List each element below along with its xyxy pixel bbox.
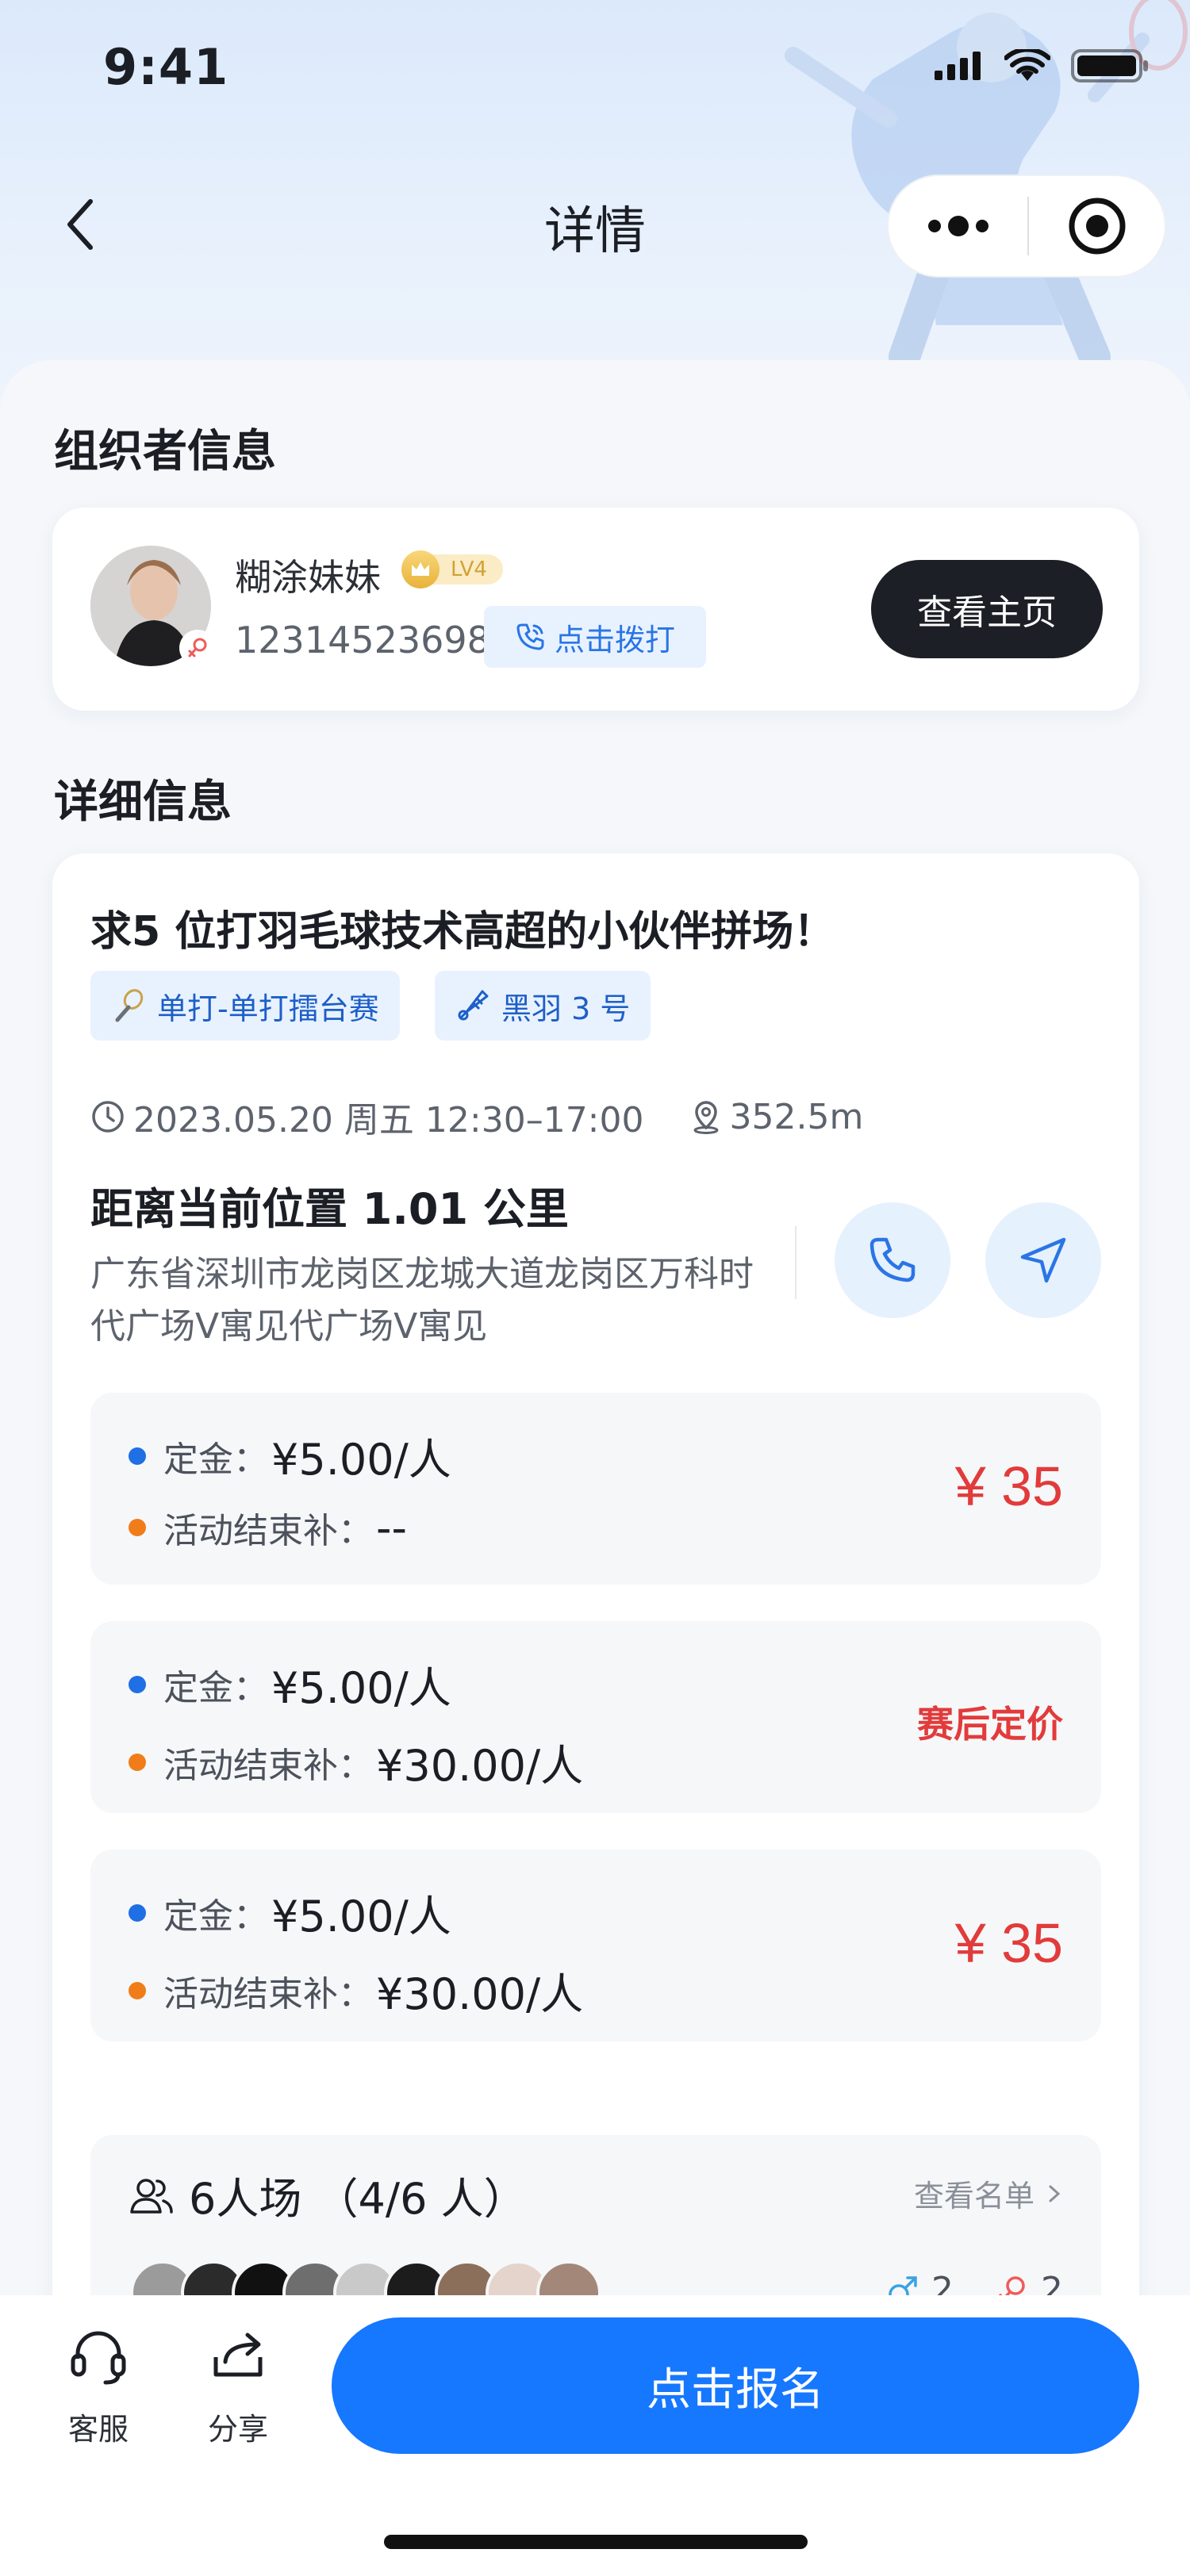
divider <box>795 1226 797 1299</box>
racket-icon <box>115 989 144 1022</box>
detail-card: 求5 位打羽毛球技术高超的小伙伴拼场！ 单打-单打擂台赛 黑羽 3 号 2023… <box>52 853 1139 2365</box>
participants-title: 6人场 （4/6 人） <box>189 2174 527 2224</box>
location-pin-icon <box>693 1101 718 1134</box>
tag-shuttlecock: 黑羽 3 号 <box>435 971 651 1041</box>
female-gender-badge <box>179 630 216 666</box>
status-bar: 9:41 <box>0 0 1190 135</box>
settle-row: 活动结束补： -- <box>129 1502 407 1553</box>
cellular-signal-icon <box>935 52 981 80</box>
settle-dot <box>129 1753 146 1771</box>
deposit-label: 定金： <box>163 1667 268 1708</box>
crown-icon <box>412 562 429 576</box>
shuttlecock-icon <box>458 990 489 1021</box>
home-indicator <box>384 2535 808 2549</box>
organizer-card: 糊涂妹妹 LV4 12314523698 点击拨打 查看主页 <box>52 508 1139 711</box>
deposit-value: ¥5.00/人 <box>271 1663 451 1713</box>
roster-label: 查看名单 <box>913 2179 1035 2214</box>
share-label: 分享 <box>207 2412 268 2447</box>
fee-option[interactable]: 定金： ¥5.00/人 活动结束补： -- ¥ 35 <box>90 1393 1101 1585</box>
time-location-row: 2023.05.20 周五 12:30–17:00 352.5m <box>90 1091 863 1142</box>
target-icon <box>1069 197 1125 255</box>
content-sheet: 组织者信息 糊涂妹妹 LV4 12314523698 点击拨打 查看主页 详细信… <box>0 360 1190 2365</box>
distance-meta: 352.5m <box>729 1096 864 1137</box>
call-button[interactable]: 点击拨打 <box>484 606 706 668</box>
more-dots-icon <box>927 216 988 236</box>
headset-icon <box>71 2331 126 2385</box>
deposit-row: 定金： ¥5.00/人 <box>129 1424 451 1487</box>
deposit-label: 定金： <box>163 1896 268 1937</box>
tag-label: 单打-单打擂台赛 <box>157 991 379 1026</box>
navigate-button[interactable] <box>985 1202 1101 1318</box>
bottom-action-bar: 客服 分享 点击报名 <box>0 2295 1190 2576</box>
activity-time: 2023.05.20 周五 12:30–17:00 <box>133 1100 644 1140</box>
view-roster-link[interactable]: 查看名单 <box>914 2172 1063 2215</box>
settle-value: ¥30.00/人 <box>376 1741 584 1791</box>
phone-call-icon <box>516 623 544 650</box>
users-icon <box>130 2178 173 2214</box>
level-text: LV4 <box>432 554 503 585</box>
crown-medal-icon <box>401 550 440 588</box>
level-badge: LV4 <box>401 550 503 588</box>
deposit-value: ¥5.00/人 <box>271 1435 451 1485</box>
settle-label: 活动结束补： <box>163 1973 373 2014</box>
settle-row: 活动结束补： ¥30.00/人 <box>129 1731 583 1793</box>
total-price: ¥ 35 <box>954 1455 1063 1517</box>
organizer-phone: 12314523698 <box>235 619 490 661</box>
settle-value: ¥30.00/人 <box>376 1969 584 2019</box>
settle-row: 活动结束补： ¥30.00/人 <box>129 1959 583 2022</box>
deposit-value: ¥5.00/人 <box>271 1892 451 1942</box>
fee-option[interactable]: 定金： ¥5.00/人 活动结束补： ¥30.00/人 赛后定价 <box>90 1621 1101 1813</box>
service-label: 客服 <box>67 2412 129 2447</box>
post-match-pricing: 赛后定价 <box>917 1703 1063 1746</box>
distance-title: 距离当前位置 1.01 公里 <box>90 1184 569 1234</box>
header-background: 9:41 详情 <box>0 0 1190 412</box>
phone-icon <box>869 1237 916 1282</box>
share-button[interactable]: 分享 <box>182 2324 294 2448</box>
participants-header: 6人场 （4/6 人） <box>129 2164 527 2226</box>
deposit-dot <box>129 1447 146 1465</box>
settle-dot <box>129 1981 146 1999</box>
close-miniprogram-button[interactable] <box>1029 176 1165 276</box>
battery-icon <box>1071 49 1148 82</box>
deposit-dot <box>129 1903 146 1922</box>
total-price: ¥ 35 <box>954 1912 1063 1974</box>
settle-dot <box>129 1519 146 1536</box>
deposit-dot <box>129 1675 146 1693</box>
customer-service-button[interactable]: 客服 <box>43 2324 154 2448</box>
more-button[interactable] <box>889 176 1027 276</box>
organizer-section-title: 组织者信息 <box>54 426 276 477</box>
navigation-arrow-icon <box>1020 1237 1066 1283</box>
signup-button[interactable]: 点击报名 <box>332 2317 1139 2454</box>
clock-icon <box>92 1101 124 1133</box>
status-icons <box>933 48 1150 84</box>
share-icon <box>213 2333 263 2377</box>
status-time: 9:41 <box>103 38 229 96</box>
female-icon <box>188 638 207 657</box>
wifi-icon <box>1004 49 1050 81</box>
organizer-avatar[interactable] <box>90 546 216 666</box>
chevron-right-icon <box>1049 2185 1061 2202</box>
view-homepage-button[interactable]: 查看主页 <box>871 560 1103 658</box>
settle-label: 活动结束补： <box>163 1511 373 1551</box>
venue-address: 广东省深圳市龙岗区龙城大道龙岗区万科时代广场V寓见代广场V寓见 <box>90 1254 754 1347</box>
settle-value: -- <box>376 1502 407 1553</box>
organizer-name: 糊涂妹妹 <box>235 556 381 599</box>
fee-option[interactable]: 定金： ¥5.00/人 活动结束补： ¥30.00/人 ¥ 35 <box>90 1850 1101 2041</box>
navigation-bar: 详情 <box>0 159 1190 293</box>
deposit-row: 定金： ¥5.00/人 <box>129 1881 451 1944</box>
tag-match-type: 单打-单打擂台赛 <box>90 971 400 1041</box>
detail-section-title: 详细信息 <box>54 776 232 828</box>
settle-label: 活动结束补： <box>163 1745 373 1786</box>
activity-title: 求5 位打羽毛球技术高超的小伙伴拼场！ <box>90 908 835 956</box>
mini-program-capsule <box>887 174 1166 278</box>
tag-label: 黑羽 3 号 <box>501 991 631 1026</box>
deposit-row: 定金： ¥5.00/人 <box>129 1653 451 1715</box>
call-venue-button[interactable] <box>835 1202 950 1318</box>
call-label: 点击拨打 <box>554 622 675 657</box>
deposit-label: 定金： <box>163 1439 268 1480</box>
